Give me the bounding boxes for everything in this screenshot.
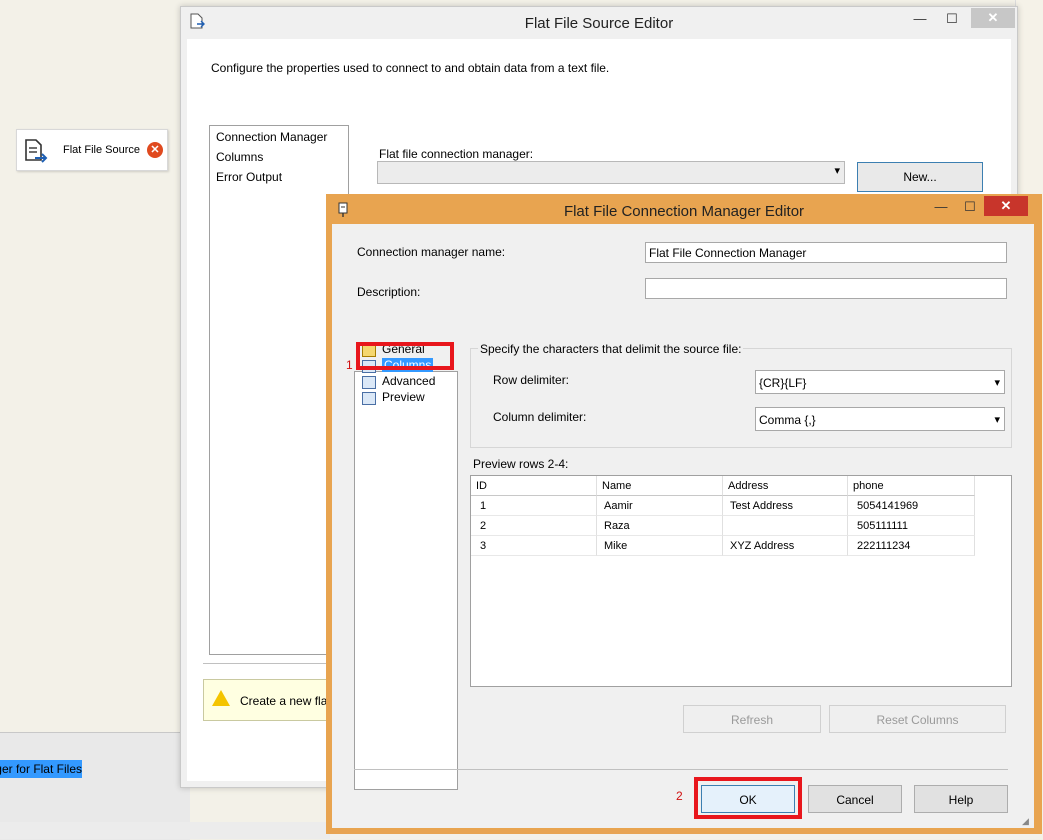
- title-bar: Flat File Source Editor — ☐ ✕: [181, 7, 1017, 39]
- grid-header[interactable]: Address: [723, 476, 848, 496]
- connection-manager-select[interactable]: ▾: [377, 161, 845, 184]
- connection-manager-name-input[interactable]: Flat File Connection Manager: [645, 242, 1007, 263]
- resize-grip-icon[interactable]: ◢: [1022, 816, 1032, 826]
- dialog-description: Configure the properties used to connect…: [211, 61, 610, 75]
- close-button[interactable]: ✕: [971, 8, 1015, 28]
- grid-cell: [723, 516, 848, 536]
- delimiter-group-title: Specify the characters that delimit the …: [478, 342, 744, 356]
- chevron-down-icon: ▾: [834, 165, 840, 177]
- row-delimiter-select[interactable]: {CR}{LF} ▾: [755, 370, 1005, 394]
- grid-cell: 505111111: [848, 516, 975, 536]
- warning-icon: [212, 690, 230, 706]
- error-icon: ✕: [147, 142, 163, 158]
- cancel-button[interactable]: Cancel: [808, 785, 902, 813]
- minimize-button[interactable]: —: [926, 197, 956, 217]
- nav-item-connection-manager[interactable]: Connection Manager: [216, 130, 327, 144]
- chevron-down-icon: ▾: [994, 414, 1000, 426]
- connection-manager-editor-dialog: Flat File Connection Manager Editor — ☐ …: [326, 194, 1042, 834]
- grid-header[interactable]: Name: [597, 476, 723, 496]
- refresh-button[interactable]: Refresh: [683, 705, 821, 733]
- preview-label: Preview rows 2-4:: [473, 457, 569, 471]
- annotation-2: 2: [676, 789, 683, 803]
- description-input[interactable]: [645, 278, 1007, 299]
- chevron-down-icon: ▾: [994, 377, 1000, 389]
- annotation-1: 1: [346, 358, 353, 372]
- preview-grid[interactable]: ID Name Address phone 1 Aamir Test Addre…: [470, 475, 1012, 687]
- delimiter-group: [470, 348, 1012, 448]
- grid-cell: Mike: [597, 536, 723, 556]
- new-button[interactable]: New...: [857, 162, 983, 192]
- annotation-box-ok: [694, 777, 802, 819]
- advanced-icon: [362, 376, 376, 389]
- status-bar: [0, 822, 330, 839]
- grid-cell: 2: [471, 516, 597, 536]
- grid-cell: 222111234: [848, 536, 975, 556]
- grid-cell: 5054141969: [848, 496, 975, 516]
- flat-file-source-component[interactable]: Flat File Source ✕: [16, 129, 168, 171]
- grid-cell: XYZ Address: [723, 536, 848, 556]
- description-label: Description:: [357, 285, 421, 299]
- close-button[interactable]: ✕: [984, 196, 1028, 216]
- flat-file-source-icon: [25, 139, 48, 163]
- column-delimiter-label: Column delimiter:: [493, 410, 587, 424]
- grid-cell: Test Address: [723, 496, 848, 516]
- annotation-box-columns: [356, 342, 454, 370]
- divider: [354, 769, 1008, 770]
- preview-icon: [362, 392, 376, 405]
- column-delimiter-select[interactable]: Comma {,} ▾: [755, 407, 1005, 431]
- dialog-body: Connection manager name: Flat File Conne…: [332, 224, 1034, 828]
- name-label: Connection manager name:: [357, 245, 506, 259]
- editor-nav-list: [354, 371, 458, 790]
- component-label: Flat File Source: [63, 144, 141, 156]
- grid-cell: 1: [471, 496, 597, 516]
- minimize-button[interactable]: —: [905, 9, 935, 29]
- dialog-title: Flat File Source Editor: [524, 15, 674, 32]
- nav-item-columns[interactable]: Columns: [216, 150, 263, 164]
- connection-manager-label: Flat file connection manager:: [379, 147, 534, 161]
- grid-cell: Raza: [597, 516, 723, 536]
- maximize-button[interactable]: ☐: [937, 9, 967, 29]
- connection-manager-tab[interactable]: ger for Flat Files: [0, 760, 82, 778]
- grid-cell: Aamir: [597, 496, 723, 516]
- maximize-button[interactable]: ☐: [956, 197, 984, 217]
- grid-header[interactable]: ID: [471, 476, 597, 496]
- grid-header[interactable]: phone: [848, 476, 975, 496]
- reset-columns-button[interactable]: Reset Columns: [829, 705, 1006, 733]
- help-button[interactable]: Help: [914, 785, 1008, 813]
- nav-item-error-output[interactable]: Error Output: [216, 170, 282, 184]
- row-delimiter-label: Row delimiter:: [493, 373, 570, 387]
- grid-cell: 3: [471, 536, 597, 556]
